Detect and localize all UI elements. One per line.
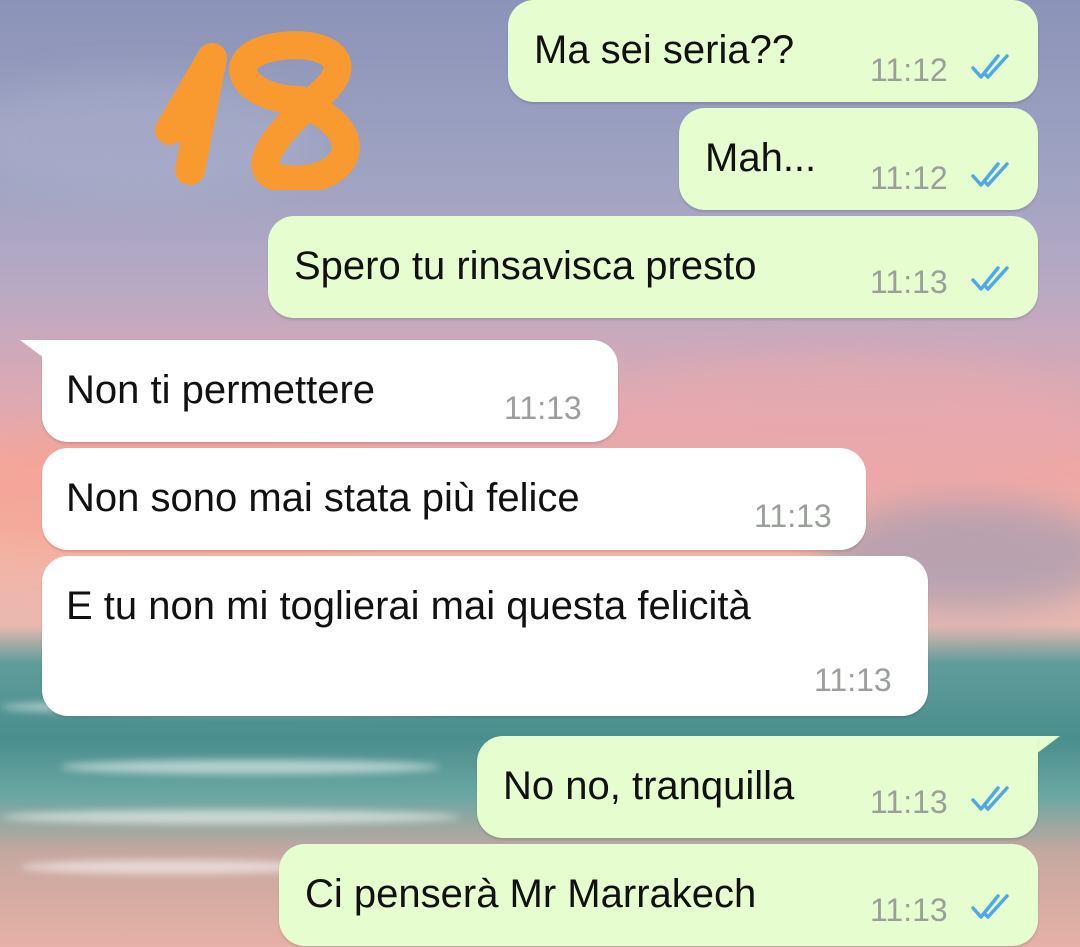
outgoing-message-bubble[interactable]: Mah... 11:12	[679, 108, 1038, 210]
read-receipt-icon	[971, 786, 1009, 811]
message-time: 11:13	[870, 784, 948, 820]
message-time: 11:13	[754, 498, 832, 534]
message-time: 11:12	[870, 160, 948, 196]
message-text: Non sono mai stata più felice	[66, 476, 580, 520]
message-time: 11:13	[814, 662, 892, 698]
outgoing-message-bubble[interactable]: Ma sei seria?? 11:12	[508, 0, 1038, 102]
outgoing-message-bubble[interactable]: No no, tranquilla 11:13	[477, 736, 1038, 838]
number-18-sticker	[155, 31, 360, 190]
message-text: Spero tu rinsavisca presto	[294, 244, 757, 288]
outgoing-message-bubble[interactable]: Ci penserà Mr Marrakech 11:13	[279, 844, 1038, 946]
message-time: 11:13	[870, 892, 948, 928]
message-text: No no, tranquilla	[503, 764, 795, 808]
read-receipt-icon	[971, 266, 1009, 291]
message-text: Non ti permettere	[66, 368, 376, 412]
incoming-message-bubble[interactable]: Non ti permettere 11:13	[42, 340, 618, 442]
outgoing-message-bubble[interactable]: Spero tu rinsavisca presto 11:13	[268, 216, 1038, 318]
read-receipt-icon	[971, 54, 1009, 79]
message-time: 11:13	[870, 264, 948, 300]
incoming-message-bubble[interactable]: E tu non mi toglierai mai questa felicit…	[42, 556, 928, 716]
message-time: 11:12	[870, 52, 948, 88]
read-receipt-icon	[971, 162, 1009, 187]
incoming-message-bubble[interactable]: Non sono mai stata più felice 11:13	[42, 448, 866, 550]
message-text: E tu non mi toglierai mai questa felicit…	[66, 584, 751, 628]
message-time: 11:13	[504, 390, 582, 426]
message-text: Ci penserà Mr Marrakech	[305, 872, 757, 916]
read-receipt-icon	[971, 894, 1009, 919]
message-text: Mah...	[705, 136, 817, 180]
message-text: Ma sei seria??	[534, 28, 795, 72]
